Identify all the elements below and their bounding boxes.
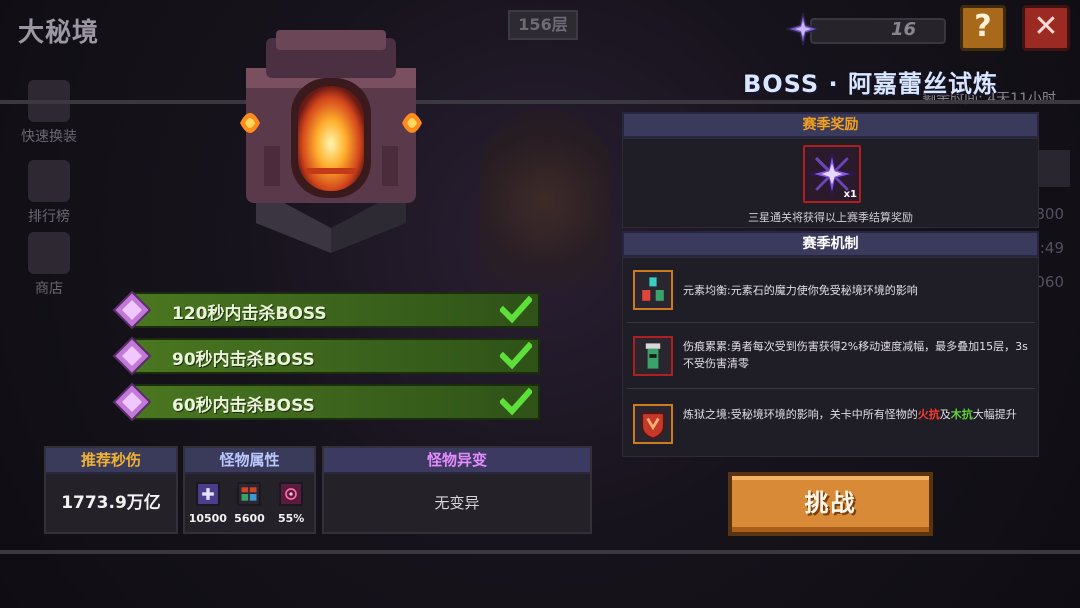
checkmark-icon [500, 342, 532, 370]
attribute-value: 10500 [188, 512, 227, 525]
boss-title: BOSS · 阿嘉蕾丝试炼 [742, 70, 998, 98]
mechanic-text: 元素均衡:元素石的魔力使你免受秘境环境的影响 [683, 284, 918, 297]
monster-attribute[interactable]: 55% [271, 482, 311, 525]
twin-potion-icon [237, 482, 262, 506]
shield-plus-icon [195, 482, 220, 506]
objective-label: 60秒内击杀BOSS [172, 396, 315, 416]
monster-mutation-panel: 怪物异变 无变异 [322, 446, 592, 534]
floor-indicator: 156层 [508, 10, 578, 40]
currency-counter: 16 [786, 12, 946, 46]
panel-header: 怪物属性 [185, 448, 314, 474]
purple-diamond-icon [112, 290, 152, 330]
divider [0, 550, 1080, 554]
divider [627, 322, 1035, 323]
season-reward-box: x1 三星通关将获得以上赛季结算奖励 [622, 138, 1039, 228]
challenge-button[interactable]: 挑战 [728, 472, 933, 536]
sidebar-item-label: 快速换装 [21, 129, 77, 145]
attribute-value: 5600 [234, 512, 265, 525]
checkmark-icon [500, 388, 532, 416]
objective-label: 120秒内击杀BOSS [172, 304, 327, 324]
reward-quantity: x1 [843, 189, 857, 200]
reward-item[interactable]: x1 [803, 145, 861, 203]
objective-row: 90秒内击杀BOSS [112, 336, 540, 376]
wood-resistance-label: 木抗 [950, 408, 973, 421]
fire-resistance-label: 火抗 [917, 408, 940, 421]
close-button[interactable]: ✕ [1022, 5, 1070, 51]
reward-note: 三星通关将获得以上赛季结算奖励 [748, 211, 913, 224]
divider [0, 100, 1080, 104]
currency-value: 16 [890, 19, 916, 40]
boss-furnace-icon [240, 30, 422, 253]
sidebar-item-shop: 商店 [14, 232, 84, 298]
mutation-value: 无变异 [434, 494, 480, 512]
objective-row: 120秒内击杀BOSS [112, 290, 540, 330]
sidebar-item-ranking: 排行榜 [14, 160, 84, 226]
purple-diamond-icon [112, 336, 152, 376]
monster-attributes-panel: 怪物属性 10500 5600 55% [183, 446, 316, 534]
recommended-dps-panel: 推荐秒伤 1773.9万亿 [44, 446, 178, 534]
shop-icon [28, 232, 70, 274]
star-crystal-icon [786, 12, 820, 46]
help-button[interactable]: ? [960, 5, 1006, 51]
element-stones-icon [633, 270, 673, 310]
sidebar-item-label: 商店 [35, 281, 63, 297]
panel-header: 推荐秒伤 [46, 448, 176, 474]
page-title: 大秘境 [18, 18, 100, 48]
season-reward-header: 赛季奖励 [622, 112, 1039, 138]
purgatory-shield-icon [633, 404, 673, 444]
recommended-dps-value: 1773.9万亿 [61, 493, 161, 513]
crit-sparkle-icon [279, 482, 304, 506]
divider [627, 388, 1035, 389]
objective-row: 60秒内击杀BOSS [112, 382, 540, 422]
sidebar-item-label: 排行榜 [28, 209, 70, 225]
mechanic-text: 伤痕累累:勇者每次受到伤害获得2%移动速度减幅，最多叠加15层，3s不受伤害清零 [683, 340, 1028, 370]
objective-label: 90秒内击杀BOSS [172, 350, 315, 370]
monster-attribute[interactable]: 5600 [229, 482, 269, 525]
attribute-value: 55% [277, 512, 305, 525]
monster-attribute[interactable]: 10500 [188, 482, 228, 525]
currency-bar [810, 18, 946, 44]
purple-diamond-icon [112, 382, 152, 422]
mechanic-text: 炼狱之境:受秘境环境的影响，关卡中所有怪物的火抗及木抗大幅提升 [683, 408, 1017, 421]
season-mechanics-box: 元素均衡:元素石的魔力使你免受秘境环境的影响 伤痕累累:勇者每次受到伤害获得2%… [622, 257, 1039, 457]
background-portal [480, 110, 610, 290]
trophy-icon [28, 160, 70, 202]
wound-totem-icon [633, 336, 673, 376]
checkmark-icon [500, 296, 532, 324]
sidebar-item-quick-equip: 快速换装 [14, 80, 84, 146]
panel-header: 怪物异变 [324, 448, 590, 474]
season-mechanics-header: 赛季机制 [622, 231, 1039, 257]
